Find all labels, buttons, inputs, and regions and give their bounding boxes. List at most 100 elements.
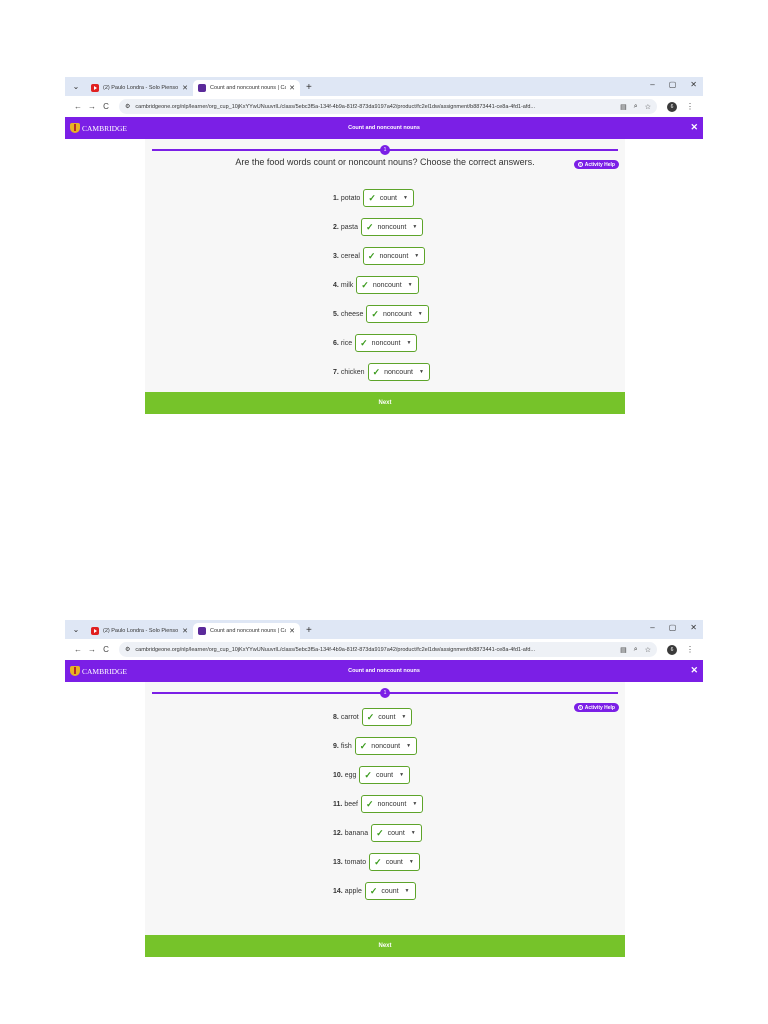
activity-help-button[interactable]: ? Activity Help [573, 703, 619, 712]
browser-tab-cambridge[interactable]: Count and noncount nouns | Ca ✕ [193, 80, 300, 96]
close-icon[interactable]: ✕ [182, 627, 188, 635]
answer-dropdown[interactable]: ✓ noncount ▼ [360, 795, 424, 813]
item-word: pasta [340, 223, 358, 231]
bookmark-star-icon[interactable]: ☆ [645, 646, 651, 654]
youtube-icon [91, 627, 99, 635]
close-icon[interactable]: ✕ [289, 627, 295, 635]
checkmark-icon: ✓ [367, 250, 376, 261]
checkmark-icon: ✓ [360, 337, 368, 348]
selected-answer: count [375, 771, 394, 779]
minimize-icon[interactable]: – [650, 623, 654, 632]
translate-icon[interactable]: ▤ [620, 103, 627, 111]
zoom-icon[interactable]: ⌕ [634, 646, 638, 654]
item-number: 10. [333, 771, 343, 779]
item-word: beef [344, 800, 358, 808]
item-number: 5. [333, 310, 339, 318]
item-number: 1. [333, 194, 339, 202]
reload-icon[interactable]: C [99, 102, 113, 111]
item-number: 14. [333, 887, 343, 895]
browser-tab-youtube[interactable]: (2) Paulo Londra - Solo Pienso ✕ [86, 623, 193, 639]
zoom-icon[interactable]: ⌕ [634, 103, 638, 111]
close-activity-button[interactable]: ✕ [690, 122, 698, 133]
reload-icon[interactable]: C [99, 645, 113, 654]
forward-arrow-icon[interactable]: → [85, 102, 99, 111]
list-item: 14. apple ✓ count ▼ [333, 882, 416, 900]
profile-avatar[interactable]: 6 [667, 644, 677, 655]
new-tab-button[interactable]: + [306, 625, 312, 636]
screenshot-1: ⌄ (2) Paulo Londra - Solo Pienso ✕ Count… [65, 77, 703, 414]
tab-title: (2) Paulo Londra - Solo Pienso [103, 85, 179, 91]
checkmark-icon: ✓ [366, 711, 375, 722]
browser-address-bar: ← → C ⚙ cambridgeone.org/nlp/learner/org… [65, 96, 703, 117]
restore-icon[interactable]: ▢ [669, 623, 677, 632]
item-number: 7. [333, 368, 339, 376]
selected-answer: noncount [384, 368, 413, 376]
close-activity-button[interactable]: ✕ [690, 665, 698, 676]
app-header: CAMBRIDGE Count and noncount nouns ✕ [65, 117, 703, 139]
chevron-down-icon: ▼ [417, 311, 423, 317]
close-icon[interactable]: ✕ [182, 84, 188, 92]
site-settings-icon[interactable]: ⚙ [125, 646, 130, 653]
answer-dropdown[interactable]: ✓ noncount ▼ [360, 218, 424, 236]
back-arrow-icon[interactable]: ← [71, 102, 85, 111]
item-word: banana [344, 829, 369, 837]
bookmark-star-icon[interactable]: ☆ [645, 103, 651, 111]
item-number: 13. [333, 858, 343, 866]
answer-dropdown[interactable]: ✓ count ▼ [359, 766, 411, 784]
app-header: CAMBRIDGE Count and noncount nouns ✕ [65, 660, 703, 682]
screenshot-2: ⌄ (2) Paulo Londra - Solo Pienso ✕ Count… [65, 620, 703, 957]
selected-answer: count [387, 829, 405, 837]
chevron-down-icon[interactable]: ⌄ [68, 622, 84, 637]
answer-dropdown[interactable]: ✓ count ▼ [361, 708, 413, 726]
item-word: cereal [340, 252, 360, 260]
new-tab-button[interactable]: + [306, 82, 312, 93]
progress-marker: 1 [380, 145, 390, 155]
answer-dropdown[interactable]: ✓ count ▼ [364, 882, 416, 900]
chevron-down-icon: ▼ [412, 224, 418, 230]
answer-dropdown[interactable]: ✓ count ▼ [363, 189, 414, 207]
answer-dropdown[interactable]: ✓ noncount ▼ [356, 276, 419, 294]
url-field[interactable]: ⚙ cambridgeone.org/nlp/learner/org_cup_1… [119, 642, 657, 657]
question-text: Are the food words count or noncount nou… [235, 157, 535, 167]
menu-kebab-icon[interactable]: ⋮ [683, 645, 697, 654]
chevron-down-icon[interactable]: ⌄ [68, 79, 84, 94]
checkmark-icon: ✓ [368, 192, 376, 203]
answer-dropdown[interactable]: ✓ count ▼ [371, 824, 422, 842]
close-icon[interactable]: ✕ [289, 84, 295, 92]
close-window-icon[interactable]: ✕ [690, 623, 697, 632]
url-field[interactable]: ⚙ cambridgeone.org/nlp/learner/org_cup_1… [119, 99, 657, 114]
activity-help-button[interactable]: ? Activity Help [573, 160, 619, 169]
browser-tab-youtube[interactable]: (2) Paulo Londra - Solo Pienso ✕ [86, 80, 193, 96]
checkmark-icon: ✓ [371, 308, 379, 319]
item-word: milk [340, 281, 354, 289]
selected-answer: count [379, 194, 397, 202]
answer-dropdown[interactable]: ✓ noncount ▼ [354, 737, 418, 755]
list-item: 4. milk ✓ noncount ▼ [333, 276, 419, 294]
item-word: carrot [340, 713, 359, 721]
profile-avatar[interactable]: 6 [667, 101, 677, 112]
site-settings-icon[interactable]: ⚙ [125, 103, 130, 110]
selected-answer: count [385, 858, 403, 866]
answer-dropdown[interactable]: ✓ noncount ▼ [366, 305, 429, 323]
item-word: rice [340, 339, 353, 347]
menu-kebab-icon[interactable]: ⋮ [683, 102, 697, 111]
back-arrow-icon[interactable]: ← [71, 645, 85, 654]
next-button[interactable]: Next [145, 935, 625, 957]
minimize-icon[interactable]: – [650, 80, 654, 89]
checkmark-icon: ✓ [372, 366, 381, 377]
item-word: cheese [340, 310, 364, 318]
answer-dropdown[interactable]: ✓ noncount ▼ [355, 334, 418, 352]
list-item: 3. cereal ✓ noncount ▼ [333, 247, 426, 265]
forward-arrow-icon[interactable]: → [85, 645, 99, 654]
answer-dropdown[interactable]: ✓ noncount ▼ [362, 247, 426, 265]
checkmark-icon: ✓ [361, 279, 369, 290]
answer-dropdown[interactable]: ✓ count ▼ [369, 853, 420, 871]
chevron-down-icon: ▼ [407, 282, 413, 288]
translate-icon[interactable]: ▤ [620, 646, 627, 654]
next-button[interactable]: Next [145, 392, 625, 414]
browser-tab-cambridge[interactable]: Count and noncount nouns | Ca ✕ [193, 623, 300, 639]
tab-title: (2) Paulo Londra - Solo Pienso [103, 628, 179, 634]
restore-icon[interactable]: ▢ [669, 80, 677, 89]
close-window-icon[interactable]: ✕ [690, 80, 697, 89]
answer-dropdown[interactable]: ✓ noncount ▼ [367, 363, 430, 381]
